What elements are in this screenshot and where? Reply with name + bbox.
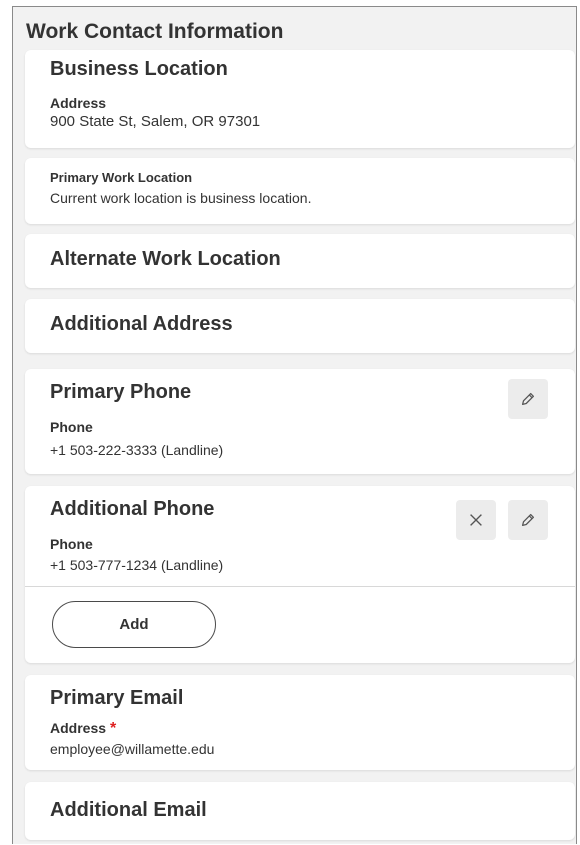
additional-address-title: Additional Address (50, 313, 233, 335)
business-location-title: Business Location (50, 58, 228, 80)
add-phone-button[interactable]: Add (52, 601, 216, 648)
primary-email-address-label: Address * (50, 720, 116, 738)
additional-phone-value: +1 503-777-1234 (Landline) (50, 557, 223, 573)
additional-phone-number: +1 503-777-1234 (50, 557, 158, 573)
primary-work-location-value: Current work location is business locati… (50, 190, 312, 206)
alternate-work-location-card[interactable]: Alternate Work Location (25, 234, 575, 288)
required-indicator: * (110, 720, 117, 737)
primary-email-card: Primary Email Address * employee@willamet… (25, 675, 575, 770)
business-location-address-value: 900 State St, Salem, OR 97301 (50, 113, 261, 130)
primary-phone-edit-button[interactable] (508, 379, 548, 419)
pencil-icon (521, 513, 535, 527)
primary-phone-title: Primary Phone (50, 381, 192, 403)
primary-phone-type: (Landline) (160, 442, 224, 458)
primary-email-title: Primary Email (50, 687, 184, 709)
alternate-work-location-title: Alternate Work Location (50, 248, 281, 270)
additional-email-title: Additional Email (50, 799, 207, 821)
divider (25, 586, 575, 587)
additional-phone-type: (Landline) (160, 557, 224, 573)
additional-phone-edit-button[interactable] (508, 500, 548, 540)
primary-work-location-label: Primary Work Location (50, 170, 193, 185)
primary-phone-number: +1 503-222-3333 (50, 442, 158, 458)
primary-email-value: employee@willamette.edu (50, 741, 215, 757)
additional-email-card[interactable]: Additional Email (25, 782, 575, 840)
primary-phone-value: +1 503-222-3333 (Landline) (50, 442, 223, 458)
business-location-address-label: Address (50, 95, 107, 111)
primary-email-label-text: Address (50, 720, 107, 736)
primary-phone-label: Phone (50, 419, 93, 435)
work-contact-panel: Work Contact Information Business Locati… (12, 6, 577, 844)
additional-address-card[interactable]: Additional Address (25, 299, 575, 353)
pencil-icon (521, 392, 535, 406)
additional-phone-delete-button[interactable] (456, 500, 496, 540)
primary-phone-card: Primary Phone Phone +1 503-222-3333 (Lan… (25, 369, 575, 474)
additional-phone-title: Additional Phone (50, 498, 215, 520)
close-icon (470, 514, 482, 526)
primary-work-location-card: Primary Work Location Current work locat… (25, 158, 575, 224)
business-location-card: Business Location Address 900 State St, … (25, 50, 575, 148)
additional-phone-label: Phone (50, 536, 93, 552)
section-title: Work Contact Information (26, 20, 284, 43)
additional-phone-card: Additional Phone Phone +1 503-777-1234 (… (25, 486, 575, 663)
